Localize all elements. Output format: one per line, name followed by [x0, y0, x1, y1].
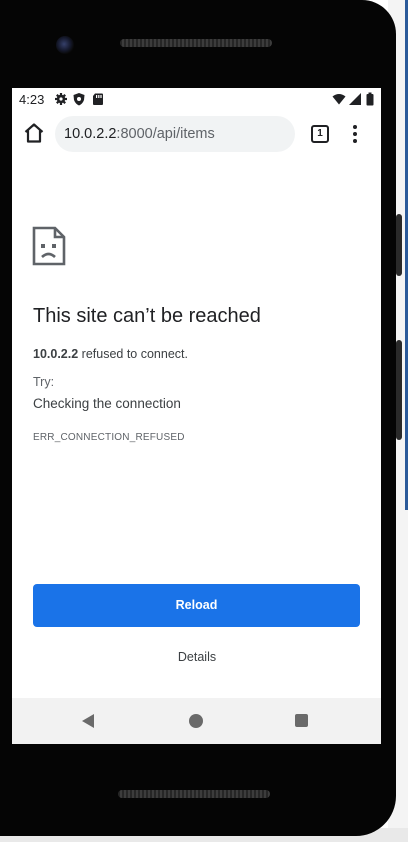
overflow-menu-icon[interactable] [349, 123, 361, 145]
address-bar[interactable]: 10.0.2.2:8000/api/items [55, 116, 295, 152]
error-title: This site can’t be reached [33, 305, 261, 327]
front-camera [56, 36, 74, 54]
sd-card-icon [93, 93, 103, 105]
error-page: This site can’t be reached 10.0.2.2 refu… [12, 158, 381, 698]
top-speaker-grille [120, 39, 272, 47]
tab-count: 1 [311, 125, 329, 143]
tab-switcher-button[interactable]: 1 [310, 124, 330, 144]
bottom-speaker-grille [118, 790, 270, 798]
reload-button[interactable]: Reload [33, 584, 360, 627]
error-message-text: refused to connect. [78, 347, 188, 361]
sad-page-icon [32, 226, 66, 266]
url-text[interactable]: 10.0.2.2:8000/api/items [64, 126, 215, 142]
back-icon[interactable] [80, 713, 96, 729]
url-host: 10.0.2.2 [64, 126, 117, 142]
volume-button[interactable] [396, 340, 402, 440]
browser-toolbar: 10.0.2.2:8000/api/items 1 [12, 110, 381, 158]
error-code: ERR_CONNECTION_REFUSED [33, 432, 185, 443]
error-host: 10.0.2.2 [33, 347, 79, 361]
home-circle-icon[interactable] [189, 714, 203, 728]
status-time: 4:23 [19, 92, 45, 107]
battery-icon [366, 92, 374, 106]
home-icon[interactable] [22, 121, 46, 145]
gear-icon [55, 93, 67, 105]
wifi-icon [332, 94, 346, 105]
system-nav-bar [12, 698, 381, 744]
emulator-device-frame: 4:23 10.0.2.2:8000/api/items 1 This site… [0, 0, 396, 836]
device-screen: 4:23 10.0.2.2:8000/api/items 1 This site… [12, 88, 381, 744]
details-button[interactable]: Details [157, 650, 237, 670]
suggestion-checking-connection: Checking the connection [33, 396, 181, 411]
power-button[interactable] [396, 214, 402, 276]
error-message: 10.0.2.2 refused to connect. [33, 347, 188, 361]
status-bar: 4:23 [12, 88, 381, 110]
url-path: :8000/api/items [116, 126, 215, 142]
shield-icon [73, 93, 85, 106]
cell-signal-icon [349, 93, 361, 105]
recents-square-icon[interactable] [295, 714, 308, 727]
try-label: Try: [33, 375, 55, 389]
